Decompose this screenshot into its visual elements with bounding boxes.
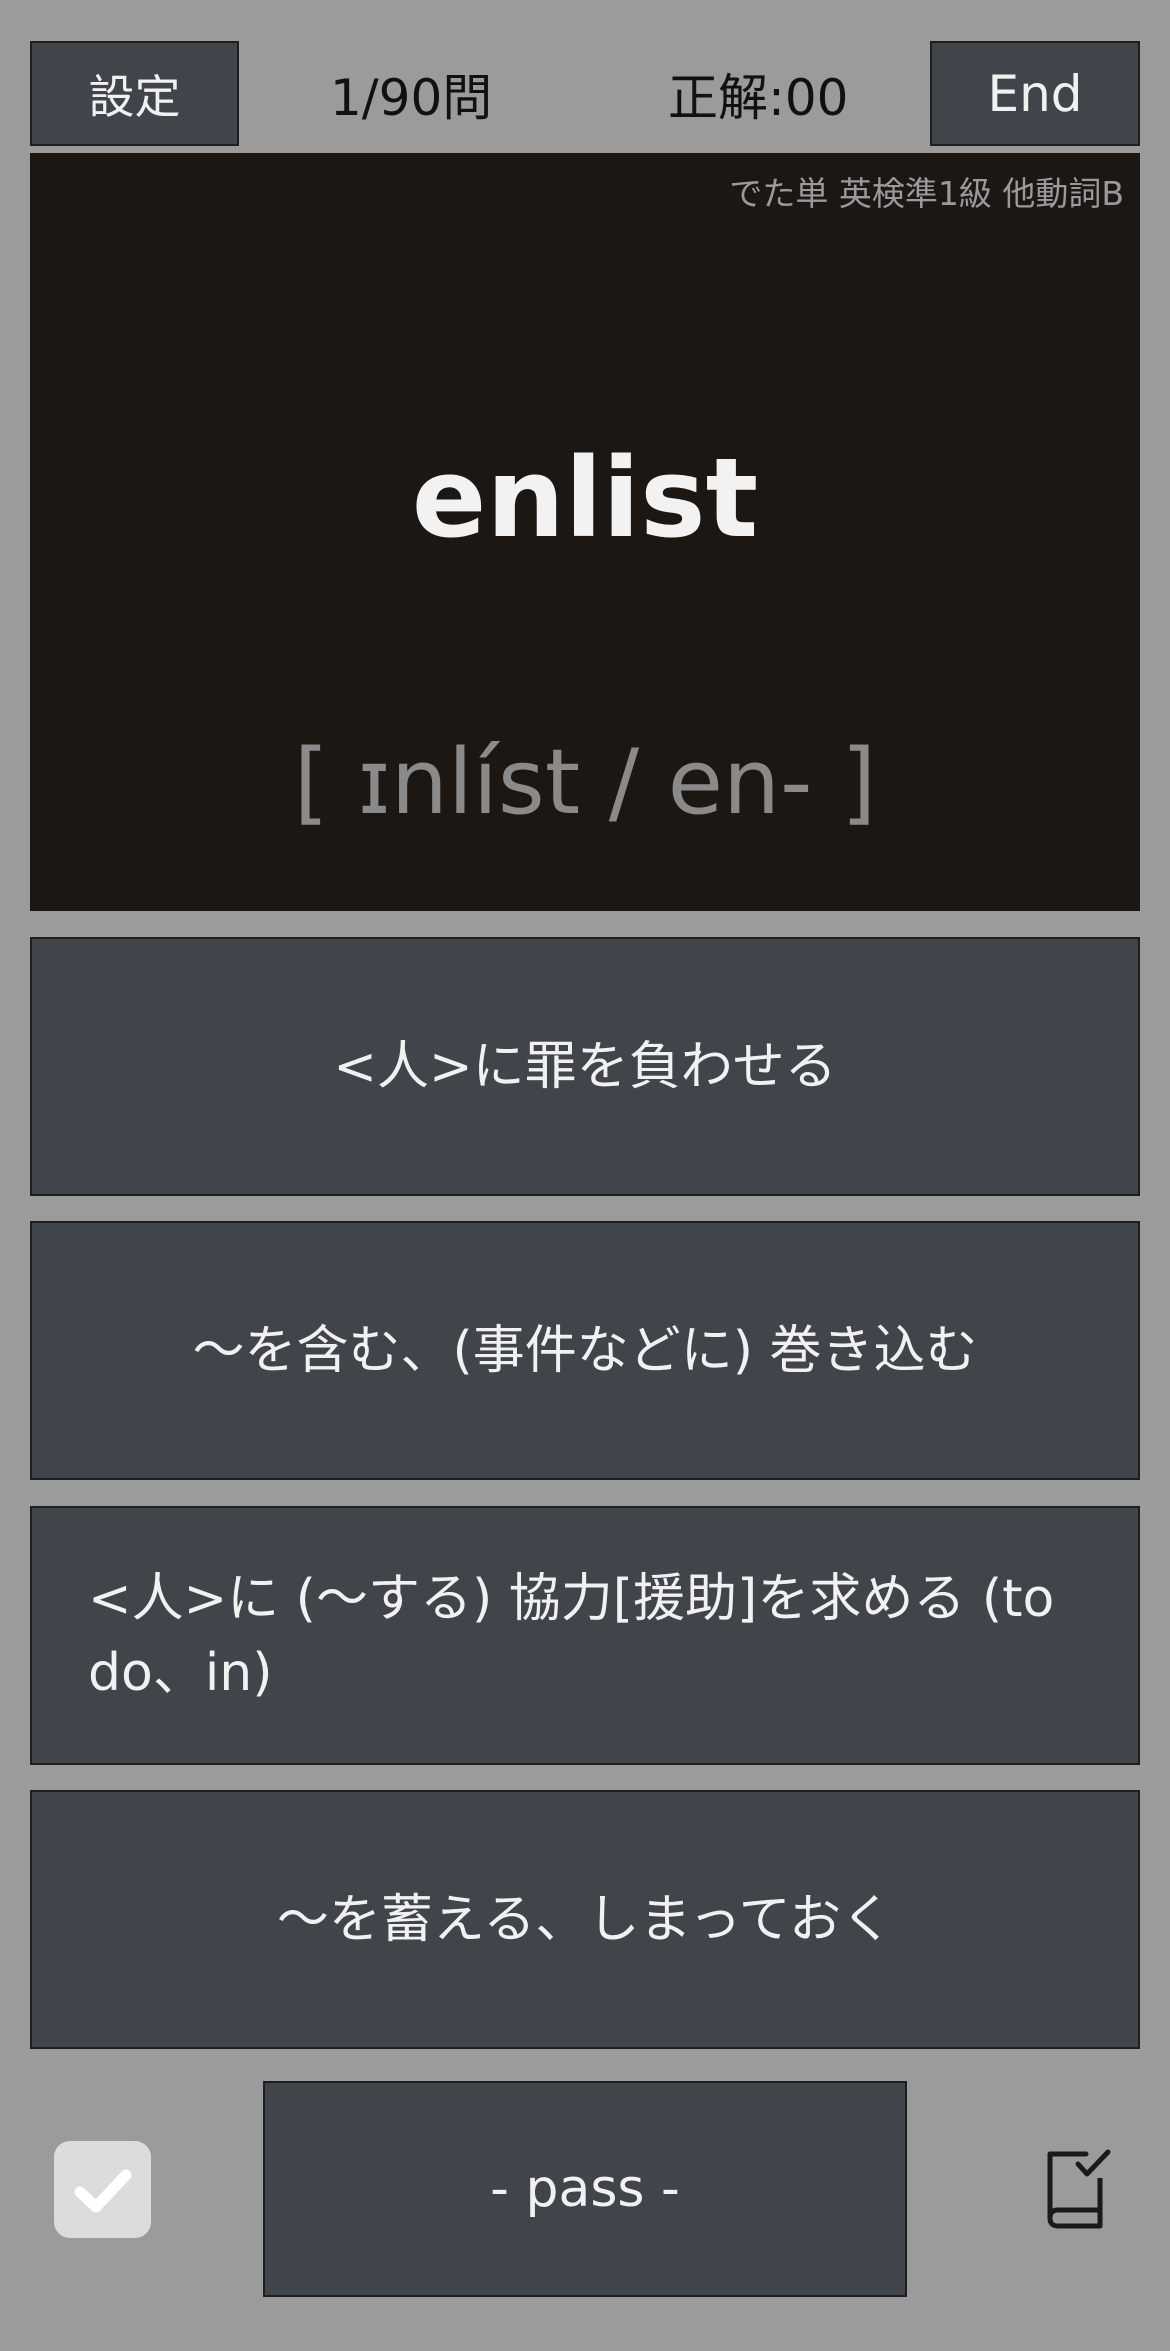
checkmark-icon (74, 2169, 131, 2212)
answer-choice-1[interactable]: <人>に罪を負わせる (30, 937, 1140, 1196)
check-toggle[interactable] (54, 2141, 151, 2238)
correct-count: 正解:00 (668, 68, 849, 127)
pass-button[interactable]: - pass - (263, 2081, 907, 2297)
answer-choice-3[interactable]: <人>に (～する) 協力[援助]を求める (to do、in) (30, 1506, 1140, 1765)
source-label: でた単 英検準1級 他動詞B (729, 174, 1124, 213)
question-word: enlist (411, 434, 759, 562)
answer-choice-2[interactable]: ～を含む、(事件などに) 巻き込む (30, 1221, 1140, 1480)
answer-choice-4[interactable]: ～を蓄える、しまっておく (30, 1790, 1140, 2049)
settings-button[interactable]: 設定 (30, 41, 239, 146)
question-progress: 1/90問 (330, 68, 493, 127)
word-card: でた単 英検準1級 他動詞B enlist [ ɪnlíst / en- ] (30, 153, 1140, 911)
pronunciation: [ ɪnlíst / en- ] (293, 730, 877, 835)
end-button[interactable]: End (930, 41, 1140, 146)
book-check-icon[interactable] (1040, 2148, 1114, 2232)
